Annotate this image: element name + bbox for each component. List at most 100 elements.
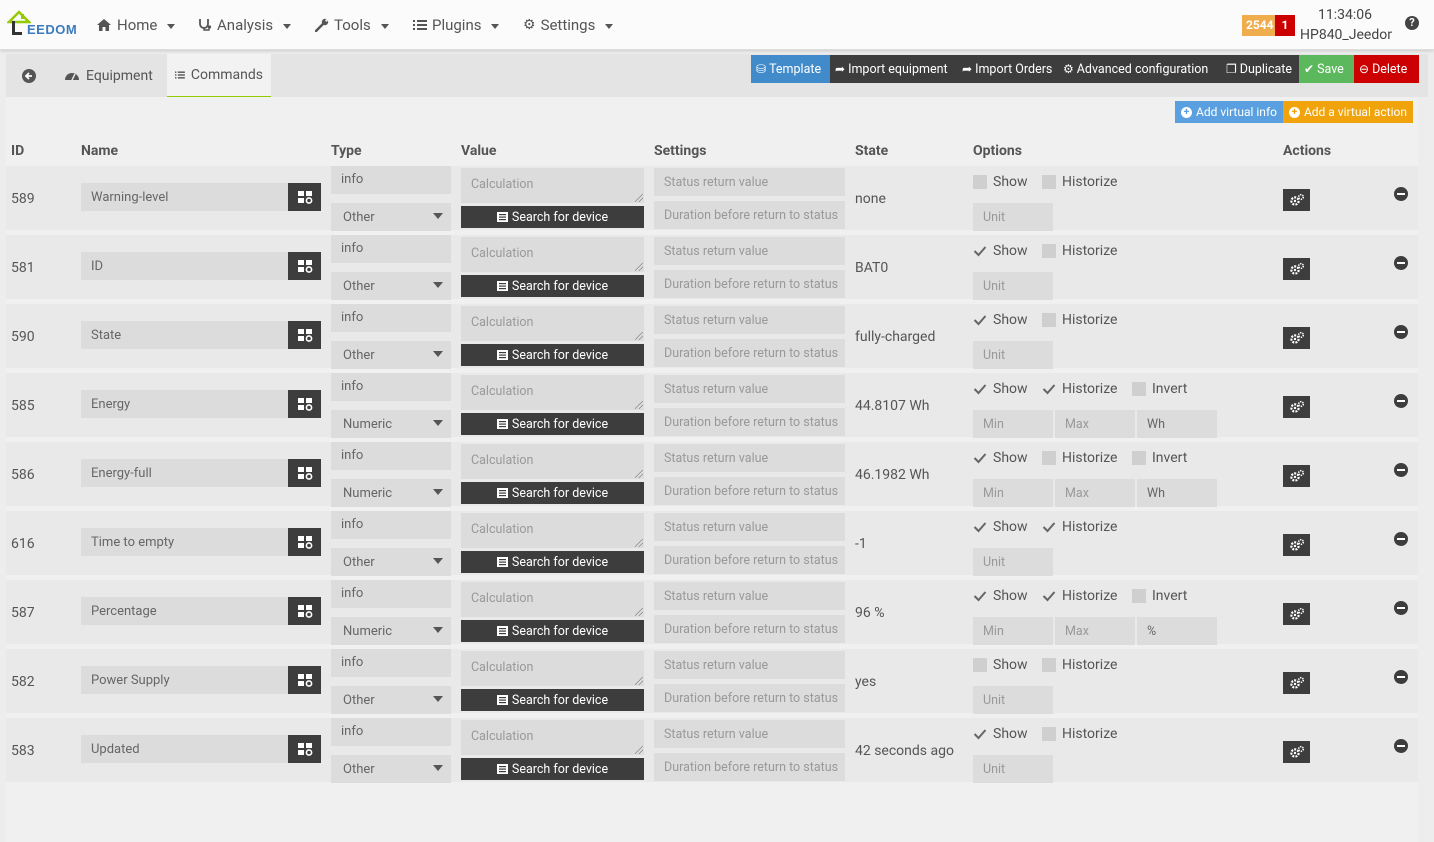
show-checkbox[interactable] — [973, 727, 987, 741]
duration-return-input[interactable]: Duration before return to status — [654, 408, 845, 436]
invert-checkbox[interactable] — [1132, 382, 1146, 396]
status-return-value-input[interactable]: Status return value — [654, 168, 845, 196]
max-input[interactable]: Max — [1055, 410, 1135, 438]
duration-return-input[interactable]: Duration before return to status — [654, 684, 845, 712]
delete-button[interactable]: ⊖ Delete — [1354, 55, 1419, 83]
add-virtual-action-button[interactable]: + Add a virtual action — [1282, 101, 1413, 123]
historize-option[interactable]: Historize — [1042, 657, 1117, 673]
choose-icon-button[interactable] — [288, 528, 321, 556]
resize-grip-icon[interactable] — [635, 401, 643, 409]
choose-icon-button[interactable] — [288, 321, 321, 349]
calculation-input[interactable]: Calculation — [461, 237, 644, 272]
command-name-input[interactable]: Percentage — [81, 597, 288, 625]
remove-command-button[interactable] — [1394, 325, 1408, 339]
command-subtype-select[interactable]: Numeric — [331, 479, 451, 507]
show-option[interactable]: Show — [973, 450, 1028, 466]
search-for-device-button[interactable]: Search for device — [461, 758, 644, 780]
show-option[interactable]: Show — [973, 312, 1028, 328]
status-return-value-input[interactable]: Status return value — [654, 306, 845, 334]
invert-option[interactable]: Invert — [1132, 450, 1187, 466]
duration-return-input[interactable]: Duration before return to status — [654, 546, 845, 574]
resize-grip-icon[interactable] — [635, 677, 643, 685]
search-for-device-button[interactable]: Search for device — [461, 482, 644, 504]
tab-commands[interactable]: Commands — [167, 54, 271, 97]
remove-command-button[interactable] — [1394, 463, 1408, 477]
advanced-configuration-button[interactable]: ⚙ Advanced configuration — [1058, 55, 1221, 83]
calculation-input[interactable]: Calculation — [461, 651, 644, 686]
choose-icon-button[interactable] — [288, 597, 321, 625]
unit-input[interactable]: Unit — [973, 755, 1053, 783]
advanced-config-button[interactable] — [1283, 189, 1310, 211]
duration-return-input[interactable]: Duration before return to status — [654, 270, 845, 298]
invert-checkbox[interactable] — [1132, 589, 1146, 603]
unit-input[interactable]: Wh — [1137, 479, 1217, 507]
choose-icon-button[interactable] — [288, 735, 321, 763]
duplicate-button[interactable]: ❐ Duplicate — [1221, 55, 1299, 83]
remove-command-button[interactable] — [1394, 394, 1408, 408]
back-button[interactable] — [14, 54, 44, 97]
duration-return-input[interactable]: Duration before return to status — [654, 201, 845, 229]
max-input[interactable]: Max — [1055, 617, 1135, 645]
menu-plugins[interactable]: Plugins — [413, 16, 500, 34]
import-orders-button[interactable]: ➦ Import Orders — [957, 55, 1058, 83]
command-subtype-select[interactable]: Other — [331, 686, 451, 714]
duration-return-input[interactable]: Duration before return to status — [654, 339, 845, 367]
command-subtype-select[interactable]: Numeric — [331, 410, 451, 438]
unit-input[interactable]: Wh — [1137, 410, 1217, 438]
search-for-device-button[interactable]: Search for device — [461, 551, 644, 573]
show-checkbox[interactable] — [973, 520, 987, 534]
historize-option[interactable]: Historize — [1042, 312, 1117, 328]
historize-checkbox[interactable] — [1042, 520, 1056, 534]
resize-grip-icon[interactable] — [635, 263, 643, 271]
resize-grip-icon[interactable] — [635, 539, 643, 547]
command-name-input[interactable]: State — [81, 321, 288, 349]
remove-command-button[interactable] — [1394, 187, 1408, 201]
command-type-field[interactable]: info — [331, 649, 451, 677]
show-option[interactable]: Show — [973, 381, 1028, 397]
historize-checkbox[interactable] — [1042, 244, 1056, 258]
min-input[interactable]: Min — [973, 479, 1053, 507]
calculation-input[interactable]: Calculation — [461, 513, 644, 548]
status-return-value-input[interactable]: Status return value — [654, 375, 845, 403]
command-subtype-select[interactable]: Numeric — [331, 617, 451, 645]
advanced-config-button[interactable] — [1283, 258, 1310, 280]
search-for-device-button[interactable]: Search for device — [461, 620, 644, 642]
unit-input[interactable]: Unit — [973, 203, 1053, 231]
show-checkbox[interactable] — [973, 451, 987, 465]
jeedom-logo[interactable]: EEDOM — [7, 6, 77, 40]
status-return-value-input[interactable]: Status return value — [654, 582, 845, 610]
show-option[interactable]: Show — [973, 519, 1028, 535]
command-name-input[interactable]: Energy — [81, 390, 288, 418]
command-name-input[interactable]: Updated — [81, 735, 288, 763]
resize-grip-icon[interactable] — [635, 332, 643, 340]
choose-icon-button[interactable] — [288, 390, 321, 418]
add-virtual-info-button[interactable]: + Add virtual info — [1175, 101, 1283, 123]
calculation-input[interactable]: Calculation — [461, 582, 644, 617]
show-option[interactable]: Show — [973, 657, 1028, 673]
choose-icon-button[interactable] — [288, 666, 321, 694]
status-return-value-input[interactable]: Status return value — [654, 720, 845, 748]
help-icon[interactable]: ? — [1405, 16, 1419, 30]
advanced-config-button[interactable] — [1283, 327, 1310, 349]
command-name-input[interactable]: Energy-full — [81, 459, 288, 487]
command-name-input[interactable]: Time to empty — [81, 528, 288, 556]
command-subtype-select[interactable]: Other — [331, 272, 451, 300]
historize-option[interactable]: Historize — [1042, 381, 1117, 397]
advanced-config-button[interactable] — [1283, 672, 1310, 694]
remove-command-button[interactable] — [1394, 670, 1408, 684]
historize-option[interactable]: Historize — [1042, 174, 1117, 190]
command-subtype-select[interactable]: Other — [331, 203, 451, 231]
resize-grip-icon[interactable] — [635, 746, 643, 754]
show-checkbox[interactable] — [973, 382, 987, 396]
show-checkbox[interactable] — [973, 313, 987, 327]
show-option[interactable]: Show — [973, 243, 1028, 259]
historize-option[interactable]: Historize — [1042, 243, 1117, 259]
command-type-field[interactable]: info — [331, 511, 451, 539]
menu-analysis[interactable]: Analysis — [198, 16, 292, 34]
historize-checkbox[interactable] — [1042, 175, 1056, 189]
show-option[interactable]: Show — [973, 726, 1028, 742]
unit-input[interactable]: Unit — [973, 341, 1053, 369]
notification-badges[interactable]: 2544 1 — [1242, 15, 1295, 36]
unit-input[interactable]: Unit — [973, 686, 1053, 714]
resize-grip-icon[interactable] — [635, 608, 643, 616]
